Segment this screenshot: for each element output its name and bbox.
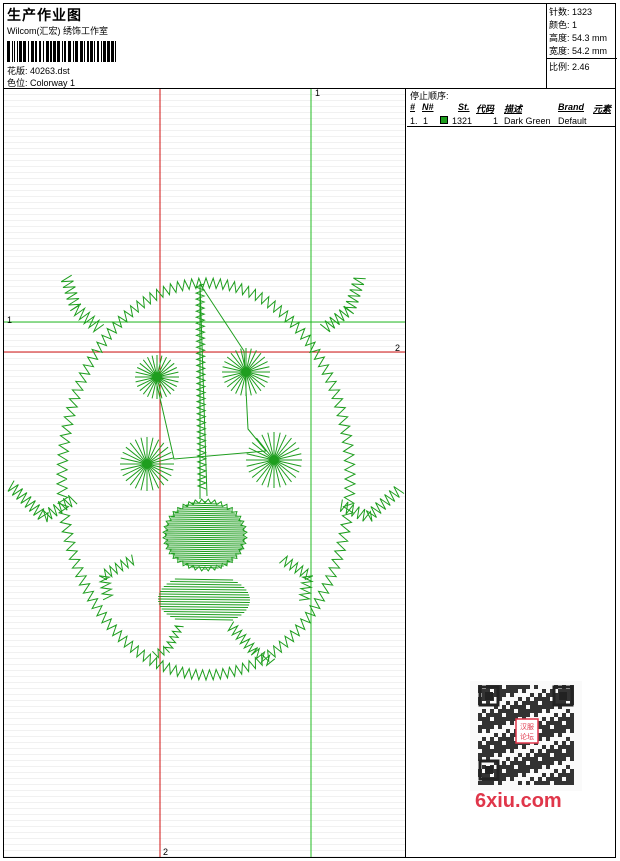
qr-code-graphic: 汉服 论坛 bbox=[478, 685, 574, 785]
color-count: 颜色: 1 bbox=[549, 20, 578, 30]
design-canvas: 1 1 2 2 bbox=[4, 89, 406, 857]
travel-stitches bbox=[153, 283, 267, 499]
green-v-axis-label: 1 bbox=[315, 89, 321, 98]
eye-stars bbox=[120, 348, 302, 491]
seal-text-bottom: 论坛 bbox=[520, 732, 534, 741]
stats-box: 针数: 1323 颜色: 1 高度: 54.3 mm 宽度: 54.2 mm 比… bbox=[546, 3, 617, 89]
stats-divider bbox=[547, 58, 617, 59]
embroidery-stitches bbox=[7, 274, 405, 682]
row-divider bbox=[407, 126, 615, 127]
studio-name: Wilcom(汇宏) 绣饰工作室 bbox=[7, 26, 108, 36]
row-hash: 1. bbox=[410, 116, 418, 126]
star bbox=[246, 432, 302, 488]
col-element: 元素 bbox=[593, 104, 612, 114]
page-title: 生产作业图 bbox=[7, 7, 82, 23]
stop-sequence-title: 停止顺序: bbox=[410, 91, 449, 101]
colorway-info: 色位: Colorway 1 bbox=[7, 76, 75, 89]
barcode bbox=[7, 41, 116, 62]
col-hash: # bbox=[410, 102, 416, 112]
row-brand: Default bbox=[558, 116, 587, 126]
col-no: N# bbox=[422, 102, 434, 112]
col-brand: Brand bbox=[558, 102, 585, 112]
design-height: 高度: 54.3 mm bbox=[549, 33, 608, 43]
star bbox=[135, 355, 179, 399]
design-value: 40263.dst bbox=[30, 66, 70, 76]
color-swatch bbox=[440, 116, 448, 124]
stitch-count: 针数: 1323 bbox=[549, 7, 593, 17]
chin-fill bbox=[157, 578, 251, 621]
nose-fill bbox=[162, 498, 248, 572]
green-h-axis-label: 1 bbox=[7, 315, 13, 325]
star bbox=[120, 437, 174, 491]
design-scale: 比例: 2.46 bbox=[549, 62, 590, 72]
seal-text-top: 汉服 bbox=[520, 723, 534, 731]
red-h-axis-label: 2 bbox=[395, 343, 401, 353]
qr-code: 汉服 论坛 bbox=[470, 681, 582, 791]
worksheet-header: 生产作业图 Wilcom(汇宏) 绣饰工作室 花版: 40263.dst 色位:… bbox=[3, 3, 617, 89]
colorway-label: 色位: bbox=[7, 78, 28, 88]
embroidery-design bbox=[4, 89, 405, 857]
site-watermark: 6xiu.com bbox=[475, 790, 562, 812]
row-desc: Dark Green bbox=[504, 116, 551, 126]
design-width: 宽度: 54.2 mm bbox=[549, 46, 608, 56]
row-stitches: 1321 bbox=[452, 116, 473, 126]
col-code: 代码 bbox=[476, 104, 495, 114]
red-v-axis-label: 2 bbox=[163, 847, 169, 857]
row-code: 1 bbox=[493, 116, 499, 126]
col-desc: 描述 bbox=[504, 104, 523, 114]
colorway-value: Colorway 1 bbox=[30, 78, 76, 88]
design-label: 花版: bbox=[7, 66, 28, 76]
row-no: 1 bbox=[423, 116, 429, 126]
col-stitches: St. bbox=[458, 102, 470, 112]
